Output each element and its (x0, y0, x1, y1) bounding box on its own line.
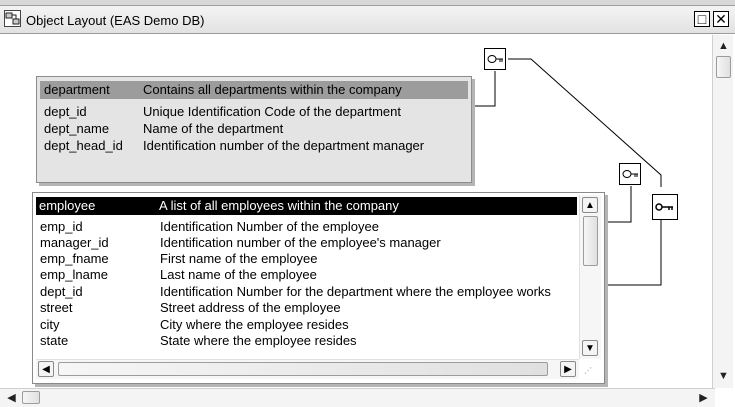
employee-horizontal-scrollbar[interactable]: ◀ ▶ (36, 359, 579, 379)
employee-table-header[interactable]: employee A list of all employees within … (36, 197, 577, 215)
key-icon-graphic (487, 55, 503, 63)
column-name[interactable]: state (40, 333, 68, 348)
scroll-down-icon[interactable]: ▼ (714, 367, 733, 385)
key-icon[interactable] (484, 48, 506, 70)
column-name[interactable]: emp_lname (40, 267, 108, 282)
layout-icon (4, 10, 21, 27)
column-description: Street address of the employee (160, 300, 341, 315)
department-table-header[interactable]: department Contains all departments with… (40, 81, 468, 99)
column-description: Identification Number for the department… (160, 284, 551, 299)
key-icon-graphic (622, 170, 638, 178)
employee-vertical-scrollbar[interactable]: ▲ ▼ (579, 195, 601, 359)
column-name[interactable]: emp_id (40, 219, 83, 234)
column-name[interactable]: dept_id (44, 104, 87, 119)
restore-button[interactable]: □ (694, 11, 710, 27)
column-description: Last name of the employee (160, 267, 317, 282)
employee-column-list[interactable]: emp_id Identification Number of the empl… (36, 218, 577, 356)
column-description: City where the employee resides (160, 317, 349, 332)
scroll-left-icon[interactable]: ◀ (2, 389, 21, 407)
column-name[interactable]: city (40, 317, 60, 332)
window-vertical-scrollbar[interactable]: ▲ ▼ (712, 35, 733, 388)
scroll-up-icon[interactable]: ▲ (714, 37, 733, 55)
window-title: Object Layout (EAS Demo DB) (26, 13, 205, 28)
window-vertical-scroll-thumb[interactable] (716, 56, 731, 78)
employee-table[interactable]: employee A list of all employees within … (32, 192, 605, 384)
connector-dept-key-to-dept-table (472, 71, 496, 107)
window-titlebar[interactable]: Object Layout (EAS Demo DB) □ ✕ (0, 6, 735, 34)
resize-grip-icon[interactable]: ⋰ (584, 367, 592, 375)
employee-table-name: employee (39, 198, 96, 213)
connector-fk-to-emp-dept-id (605, 218, 662, 286)
column-description: State where the employee resides (160, 333, 357, 348)
foreign-key-icon-graphic (655, 203, 673, 211)
column-description: Identification number of the employee's … (160, 235, 441, 250)
column-name[interactable]: street (40, 300, 73, 315)
column-description: Identification Number of the employee (160, 219, 379, 234)
foreign-key-icon[interactable] (652, 194, 678, 220)
employee-table-description: A list of all employees within the compa… (159, 198, 399, 213)
column-name[interactable]: dept_id (40, 284, 83, 299)
scroll-left-icon[interactable]: ◀ (38, 361, 54, 377)
column-description: Identification number of the department … (143, 138, 425, 153)
connector-emp-key-to-emp-table (605, 186, 632, 223)
employee-vertical-scroll-thumb[interactable] (583, 216, 598, 266)
department-table-name: department (44, 82, 110, 97)
scroll-right-icon[interactable]: ▶ (694, 389, 713, 407)
layout-icon-graphic (5, 12, 20, 25)
department-table[interactable]: department Contains all departments with… (36, 76, 472, 183)
window-horizontal-scroll-thumb[interactable] (22, 391, 40, 404)
column-name[interactable]: dept_name (44, 121, 109, 136)
column-name[interactable]: dept_head_id (44, 138, 123, 153)
department-table-description: Contains all departments within the comp… (143, 82, 402, 97)
employee-horizontal-scroll-thumb[interactable] (58, 362, 548, 376)
column-description: First name of the employee (160, 251, 318, 266)
scroll-down-icon[interactable]: ▼ (582, 340, 598, 356)
column-description: Name of the department (143, 121, 284, 136)
key-icon[interactable] (619, 163, 641, 185)
column-description: Unique Identification Code of the depart… (143, 104, 402, 119)
close-button[interactable]: ✕ (713, 11, 729, 27)
scroll-right-icon[interactable]: ▶ (560, 361, 576, 377)
column-name[interactable]: emp_fname (40, 251, 109, 266)
column-name[interactable]: manager_id (40, 235, 109, 250)
scroll-up-icon[interactable]: ▲ (582, 197, 598, 213)
window-horizontal-scrollbar[interactable]: ◀ ▶ (0, 388, 715, 407)
